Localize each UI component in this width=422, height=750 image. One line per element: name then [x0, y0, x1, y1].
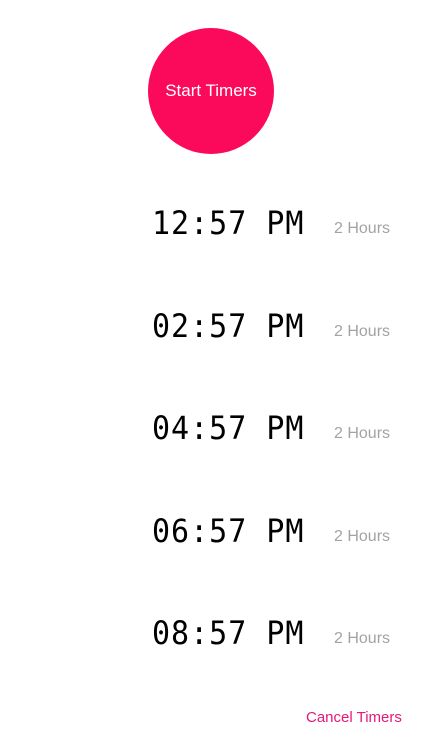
timer-duration: 2 Hours [334, 630, 391, 647]
start-timers-button[interactable]: Start Timers [148, 28, 274, 154]
cancel-timers-button[interactable]: Cancel Timers [306, 709, 402, 726]
timer-duration: 2 Hours [334, 528, 391, 545]
timer-time: 06:57 PM [152, 512, 305, 551]
timer-row: 08:57 PM 2 Hours [0, 614, 422, 676]
timer-row: 12:57 PM 2 Hours [0, 204, 422, 266]
timer-time: 02:57 PM [152, 307, 305, 346]
start-timers-label: Start Timers [165, 81, 257, 100]
timer-duration: 2 Hours [334, 425, 391, 442]
timer-row: 04:57 PM 2 Hours [0, 409, 422, 471]
timer-time: 08:57 PM [152, 614, 305, 653]
timer-row: 02:57 PM 2 Hours [0, 307, 422, 369]
timer-time: 04:57 PM [152, 409, 305, 448]
timer-time: 12:57 PM [152, 204, 305, 243]
timer-duration: 2 Hours [334, 220, 391, 237]
timer-duration: 2 Hours [334, 323, 391, 340]
timer-row: 06:57 PM 2 Hours [0, 512, 422, 574]
